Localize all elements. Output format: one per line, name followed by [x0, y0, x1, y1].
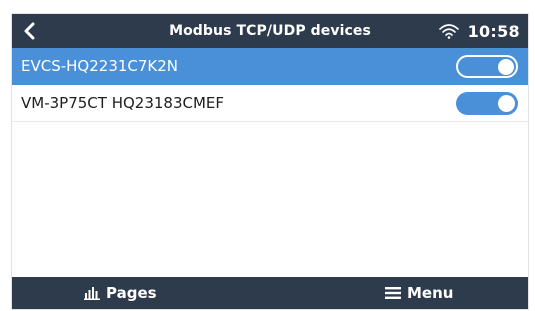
- toggle-knob: [498, 95, 515, 112]
- pages-label: Pages: [106, 284, 157, 302]
- enable-toggle[interactable]: [456, 92, 518, 115]
- wifi-icon: [438, 24, 459, 39]
- status-area: 10:58: [438, 14, 520, 48]
- list-item[interactable]: VM-3P75CT HQ23183CMEF: [12, 85, 528, 122]
- bar-chart-icon: [84, 287, 100, 300]
- pages-button[interactable]: Pages: [84, 277, 157, 309]
- list-item[interactable]: EVCS-HQ2231C7K2N: [12, 48, 528, 85]
- device-screen: Modbus TCP/UDP devices 10:58 EVCS-HQ2231…: [12, 14, 528, 309]
- top-bar: Modbus TCP/UDP devices 10:58: [12, 14, 528, 48]
- hamburger-icon: [385, 287, 401, 299]
- device-name: VM-3P75CT HQ23183CMEF: [21, 94, 225, 112]
- menu-label: Menu: [407, 284, 454, 302]
- device-name: EVCS-HQ2231C7K2N: [21, 57, 179, 75]
- toggle-knob: [498, 58, 514, 75]
- menu-button[interactable]: Menu: [385, 277, 453, 309]
- device-list: EVCS-HQ2231C7K2N VM-3P75CT HQ23183CMEF: [12, 48, 528, 122]
- bottom-bar: Pages Menu: [12, 277, 528, 309]
- enable-toggle[interactable]: [456, 55, 518, 78]
- clock: 10:58: [467, 21, 520, 41]
